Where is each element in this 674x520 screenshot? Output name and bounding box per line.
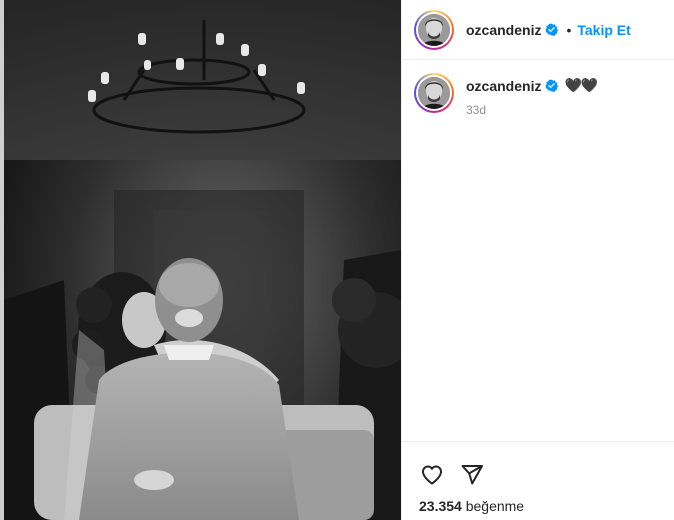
author-avatar-image — [418, 13, 450, 46]
like-button[interactable] — [418, 461, 446, 489]
post-sidebar: ozcandeniz • Takip Et ozcandeniz 🖤🖤 33d … — [401, 0, 674, 520]
likes-number: 23.354 — [419, 498, 462, 514]
post-actions: 23.354 beğenme — [402, 441, 674, 520]
caption-author-avatar[interactable] — [414, 73, 454, 113]
header-separator: • — [566, 21, 572, 38]
caption-body: ozcandeniz 🖤🖤 33d — [466, 73, 598, 117]
verified-badge-icon — [545, 23, 559, 36]
heart-icon — [422, 465, 442, 485]
paper-plane-icon — [461, 464, 483, 484]
post-media[interactable] — [0, 0, 401, 520]
likes-count[interactable]: 23.354 beğenme — [402, 498, 674, 514]
post-timestamp[interactable]: 33d — [466, 103, 597, 117]
caption-username[interactable]: ozcandeniz — [466, 78, 541, 94]
author-avatar[interactable] — [414, 9, 454, 50]
post-photo[interactable] — [4, 0, 401, 520]
post-viewer: ozcandeniz • Takip Et ozcandeniz 🖤🖤 33d … — [0, 0, 674, 520]
post-header: ozcandeniz • Takip Et — [402, 0, 674, 60]
share-button[interactable] — [458, 461, 486, 489]
caption-text: 🖤🖤 — [564, 77, 598, 93]
likes-word: beğenme — [465, 498, 525, 514]
author-username[interactable]: ozcandeniz — [466, 22, 541, 38]
caption-author-avatar-image — [418, 77, 450, 109]
caption-comment: ozcandeniz 🖤🖤 33d — [402, 60, 674, 117]
verified-badge-icon — [545, 79, 559, 92]
follow-button[interactable]: Takip Et — [577, 22, 630, 38]
